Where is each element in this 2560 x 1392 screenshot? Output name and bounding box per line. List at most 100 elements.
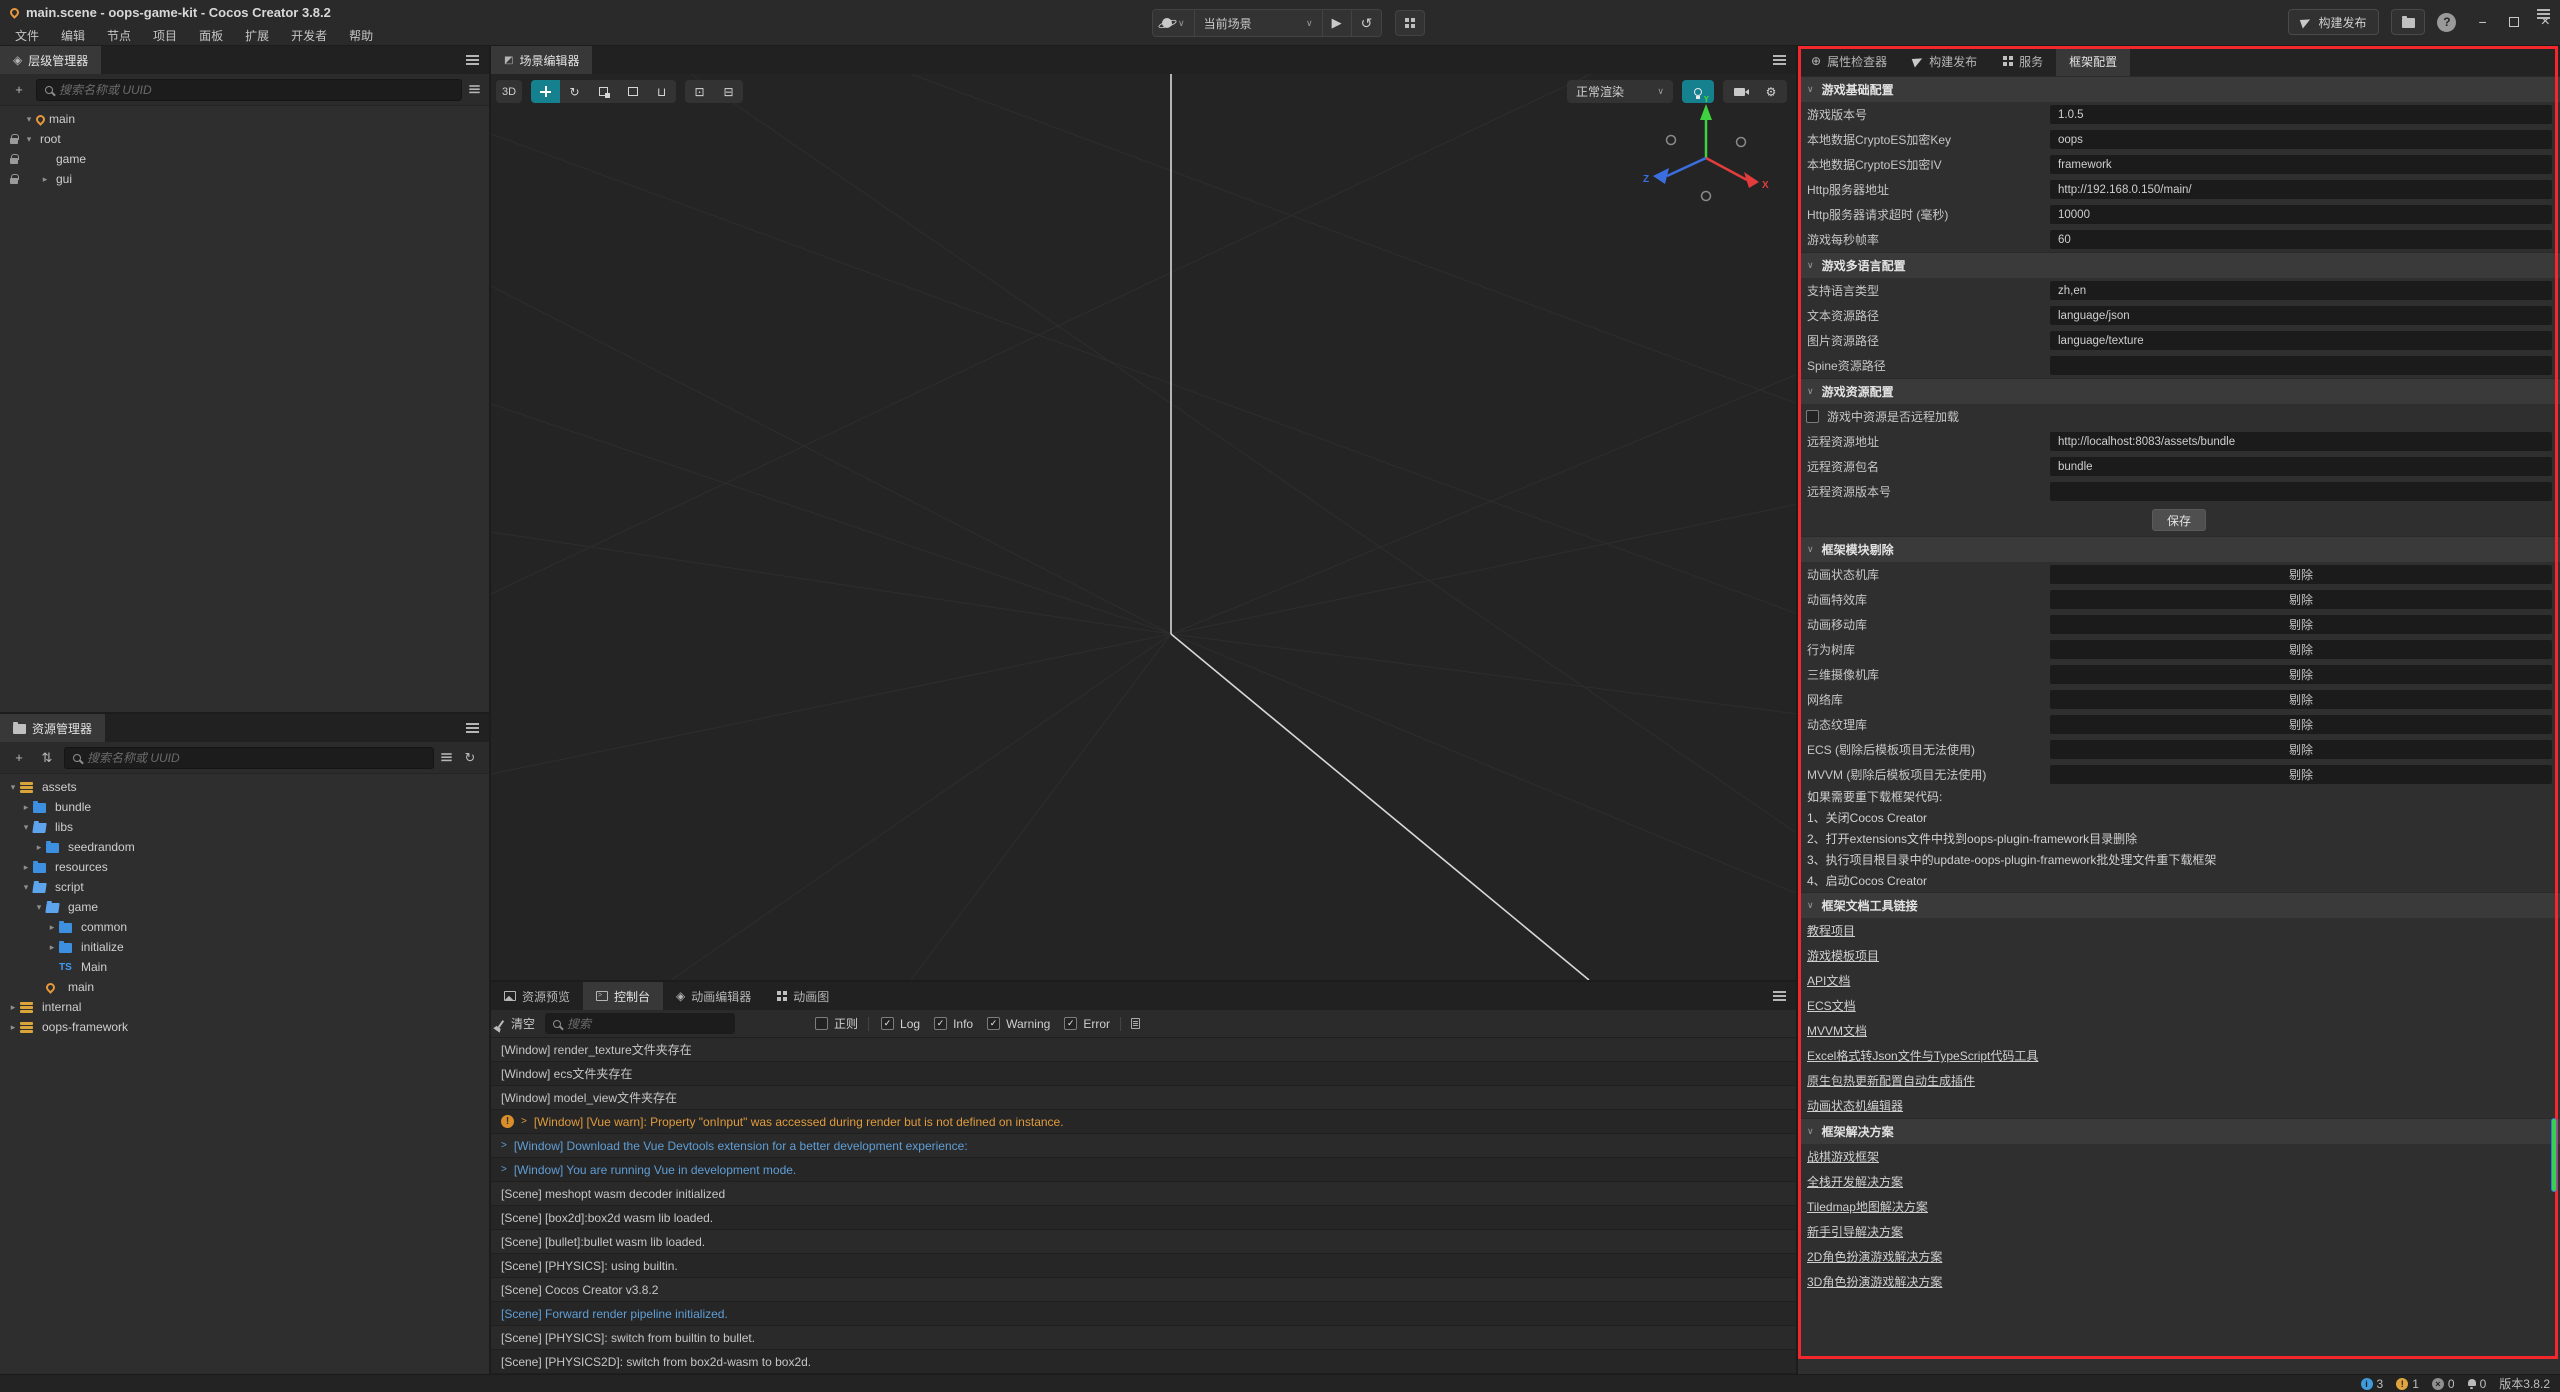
console-log-row[interactable]: [Window] ecs文件夹存在 xyxy=(491,1062,1796,1086)
tab-anim-graph[interactable]: 动画图 xyxy=(764,982,842,1010)
collab-tool-button[interactable]: ⊟ xyxy=(714,80,743,103)
console-log-row[interactable]: [Window] model_view文件夹存在 xyxy=(491,1086,1796,1110)
property-input[interactable] xyxy=(2050,155,2552,174)
scene-select[interactable]: 当前场景 ∨ xyxy=(1195,10,1323,36)
property-input[interactable] xyxy=(2050,205,2552,224)
hierarchy-node[interactable]: ▾root xyxy=(0,129,489,149)
expand-arrow-icon[interactable]: ▾ xyxy=(32,902,46,913)
expand-arrow-icon[interactable]: ▾ xyxy=(22,134,36,145)
property-input[interactable] xyxy=(2050,482,2552,501)
console-log-row[interactable]: [Scene] [box2d]:box2d wasm lib loaded. xyxy=(491,1206,1796,1230)
console-log-row[interactable]: [Scene] [PHYSICS2D]: switch from box2d-w… xyxy=(491,1350,1796,1374)
remove-module-button[interactable]: 剔除 xyxy=(2050,565,2552,584)
asset-node[interactable]: ▸resources xyxy=(0,857,489,877)
expand-arrow-icon[interactable]: ▾ xyxy=(22,114,36,125)
expand-arrow-icon[interactable]: ▸ xyxy=(6,1022,20,1033)
asset-node[interactable]: ▾game xyxy=(0,897,489,917)
tab-service[interactable]: 服务 xyxy=(1990,46,2056,76)
property-input[interactable] xyxy=(2050,230,2552,249)
remove-module-button[interactable]: 剔除 xyxy=(2050,590,2552,609)
panel-menu-icon[interactable] xyxy=(1773,991,1786,993)
console-log-row[interactable]: [Scene] Forward render pipeline initiali… xyxy=(491,1302,1796,1326)
remove-module-button[interactable]: 剔除 xyxy=(2050,665,2552,684)
asset-node[interactable]: ▸internal xyxy=(0,997,489,1017)
console-log-row[interactable]: [Scene] [PHYSICS]: using builtin. xyxy=(491,1254,1796,1278)
reload-button[interactable]: ↺ xyxy=(1352,10,1382,36)
menu-item[interactable]: 节点 xyxy=(96,27,142,44)
menu-item[interactable]: 开发者 xyxy=(280,27,338,44)
tab-hierarchy[interactable]: ◈ 层级管理器 xyxy=(0,46,101,74)
property-input[interactable] xyxy=(2050,356,2552,375)
property-input[interactable] xyxy=(2050,306,2552,325)
remote-load-checkbox[interactable] xyxy=(1806,410,1819,423)
menu-item[interactable]: 编辑 xyxy=(50,27,96,44)
doc-link[interactable]: ECS文档 xyxy=(1798,993,2560,1018)
asset-node[interactable]: ▸seedrandom xyxy=(0,837,489,857)
solution-link[interactable]: 3D角色扮演游戏解决方案 xyxy=(1798,1269,2560,1294)
remove-module-button[interactable]: 剔除 xyxy=(2050,740,2552,759)
scrollbar-thumb[interactable] xyxy=(2551,1118,2557,1192)
filter-icon[interactable] xyxy=(469,85,479,87)
expand-arrow-icon[interactable]: ▸ xyxy=(19,862,33,873)
scene-viewport[interactable]: 3D ↻ ⊔ ⊡ ⊟ 正常渲染 xyxy=(491,74,1796,980)
doc-link[interactable]: 动画状态机编辑器 xyxy=(1798,1093,2560,1118)
checkbox[interactable]: ✓ xyxy=(934,1017,947,1030)
remove-module-button[interactable]: 剔除 xyxy=(2050,690,2552,709)
menu-item[interactable]: 面板 xyxy=(188,27,234,44)
asset-node[interactable]: ▸common xyxy=(0,917,489,937)
rotate-tool-button[interactable]: ↻ xyxy=(560,80,589,103)
console-log-row[interactable]: [Scene] [PHYSICS]: switch from builtin t… xyxy=(491,1326,1796,1350)
section-language-config[interactable]: ∨ 游戏多语言配置 xyxy=(1798,252,2560,278)
panel-menu-icon[interactable] xyxy=(2537,9,2550,11)
expand-arrow-icon[interactable]: ▸ xyxy=(38,174,52,185)
preview-target-button[interactable]: ∨ xyxy=(1153,10,1195,36)
tab-inspector[interactable]: ⊕属性检查器 xyxy=(1798,46,1900,76)
section-resource-config[interactable]: ∨ 游戏资源配置 xyxy=(1798,378,2560,404)
view-gizmo[interactable]: Y X Z xyxy=(1641,96,1771,226)
filter-info[interactable]: ✓Info xyxy=(934,1017,973,1031)
solution-link[interactable]: 全栈开发解决方案 xyxy=(1798,1169,2560,1194)
asset-node[interactable]: main xyxy=(0,977,489,997)
maximize-button[interactable] xyxy=(2509,17,2519,27)
doc-link[interactable]: 原生包热更新配置自动生成插件 xyxy=(1798,1068,2560,1093)
expand-arrow-icon[interactable]: ▾ xyxy=(19,822,33,833)
doc-link[interactable]: 教程项目 xyxy=(1798,918,2560,943)
hierarchy-search[interactable] xyxy=(36,79,462,101)
hierarchy-node[interactable]: game xyxy=(0,149,489,169)
remove-module-button[interactable]: 剔除 xyxy=(2050,715,2552,734)
refresh-assets-button[interactable]: ↻ xyxy=(459,747,481,769)
tab-anim-editor[interactable]: ◈动画编辑器 xyxy=(663,982,764,1010)
solution-link[interactable]: 2D角色扮演游戏解决方案 xyxy=(1798,1244,2560,1269)
play-button[interactable]: ▶ xyxy=(1323,10,1352,36)
tab-framework-config[interactable]: 框架配置 xyxy=(2056,46,2130,76)
minimize-button[interactable]: − xyxy=(2478,14,2486,30)
create-node-button[interactable]: + xyxy=(8,79,30,101)
menu-item[interactable]: 扩展 xyxy=(234,27,280,44)
expand-arrow-icon[interactable]: ▸ xyxy=(6,1002,20,1013)
warning-count[interactable]: ! 1 xyxy=(2396,1377,2419,1391)
property-input[interactable] xyxy=(2050,105,2552,124)
build-publish-button[interactable]: 构建发布 xyxy=(2288,9,2379,35)
regex-checkbox[interactable]: 正则 xyxy=(815,1015,858,1032)
tab-build[interactable]: 构建发布 xyxy=(1900,46,1990,76)
sort-assets-button[interactable]: ⇅ xyxy=(36,747,58,769)
expand-arrow-icon[interactable]: ▸ xyxy=(45,942,59,953)
console-log-row[interactable]: !>[Window] [Vue warn]: Property "onInput… xyxy=(491,1110,1796,1134)
asset-node[interactable]: ▾assets xyxy=(0,777,489,797)
menu-item[interactable]: 项目 xyxy=(142,27,188,44)
property-input[interactable] xyxy=(2050,432,2552,451)
filter-log[interactable]: ✓Log xyxy=(881,1017,920,1031)
checkbox[interactable]: ✓ xyxy=(881,1017,894,1030)
tab-scene-editor[interactable]: ◩ 场景编辑器 xyxy=(491,46,592,74)
solution-link[interactable]: 战棋游戏框架 xyxy=(1798,1144,2560,1169)
filter-icon[interactable] xyxy=(441,753,451,755)
checkbox[interactable] xyxy=(815,1017,828,1030)
doc-link[interactable]: Excel格式转Json文件与TypeScript代码工具 xyxy=(1798,1043,2560,1068)
property-input[interactable] xyxy=(2050,180,2552,199)
section-basic-config[interactable]: ∨ 游戏基础配置 xyxy=(1798,76,2560,102)
console-search-input[interactable] xyxy=(567,1017,727,1031)
console-log-row[interactable]: [Scene] Cocos Creator v3.8.2 xyxy=(491,1278,1796,1302)
snap-tool-button[interactable]: ⊡ xyxy=(685,80,714,103)
doc-link[interactable]: 游戏模板项目 xyxy=(1798,943,2560,968)
hierarchy-node[interactable]: ▾main xyxy=(0,109,489,129)
